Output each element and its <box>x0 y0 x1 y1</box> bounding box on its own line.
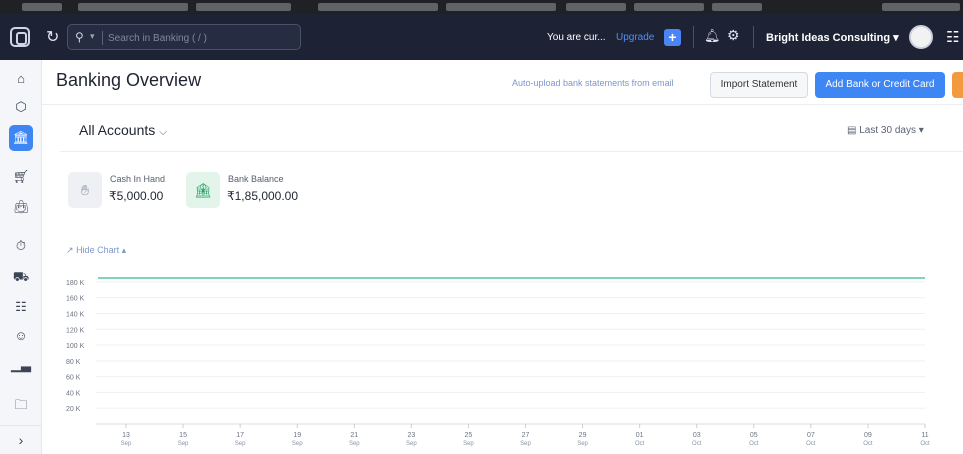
account-selector-label: All Accounts <box>79 122 156 138</box>
y-tick-label: 40 K <box>66 390 81 397</box>
add-bank-button[interactable]: Add Bank or Credit Card <box>815 72 945 98</box>
box-icon[interactable]: ⬡ <box>10 96 32 118</box>
x-tick-label: 09 <box>864 432 872 439</box>
account-selector[interactable]: All Accounts ⌵ <box>79 122 167 138</box>
x-tick-month-label: Sep <box>235 441 246 447</box>
x-tick-month-label: Oct <box>749 441 759 447</box>
document-icon[interactable]: ☷ <box>10 296 32 318</box>
y-tick-label: 160 K <box>66 296 85 303</box>
x-tick-label: 19 <box>293 432 301 439</box>
x-tick-month-label: Sep <box>178 441 189 447</box>
more-actions-button[interactable] <box>952 72 963 98</box>
stat-label: Bank Balance <box>228 174 284 184</box>
import-statement-button[interactable]: Import Statement <box>710 72 808 98</box>
x-tick-month-label: Oct <box>635 441 645 447</box>
hide-chart-label: Hide Chart ▴ <box>76 245 127 255</box>
header-divider <box>42 104 963 105</box>
x-tick-label: 23 <box>407 432 415 439</box>
x-tick-label: 29 <box>579 432 587 439</box>
upgrade-link[interactable]: Upgrade <box>616 32 654 43</box>
y-tick-label: 180 K <box>66 280 85 287</box>
x-tick-label: 25 <box>465 432 473 439</box>
app-grid-icon[interactable]: ☷ <box>946 28 959 46</box>
search-divider <box>102 31 103 45</box>
x-tick-label: 27 <box>522 432 530 439</box>
trend-line-icon: ↗ <box>66 245 74 255</box>
x-tick-label: 11 <box>921 432 928 439</box>
x-tick-month-label: Oct <box>692 441 702 447</box>
stat-label: Cash In Hand <box>110 174 166 184</box>
date-range-picker[interactable]: ▤ Last 30 days ▾ <box>847 125 924 136</box>
x-tick-month-label: Oct <box>920 441 930 447</box>
left-sidebar: ⌂ ⬡ 🏛︎ 🛒︎ 👜︎ ⏱ ⛟ ☷ ☺ ▁▃ 🗀 › <box>0 60 42 454</box>
date-range-label: Last 30 days ▾ <box>859 125 924 136</box>
cash-hand-icon: ✋︎ <box>68 172 102 208</box>
clock-icon[interactable]: ⏱ <box>10 235 32 257</box>
cart-icon[interactable]: 🛒︎ <box>10 166 32 188</box>
organization-switcher[interactable]: Bright Ideas Consulting ▾ <box>766 31 899 44</box>
settings-gear-icon[interactable]: ⚙ <box>727 27 740 44</box>
x-tick-month-label: Sep <box>292 441 303 447</box>
x-tick-label: 03 <box>693 432 701 439</box>
search-icon[interactable]: ⚲ <box>75 30 84 44</box>
reports-icon[interactable]: ▁▃ <box>10 354 32 376</box>
x-tick-month-label: Sep <box>463 441 474 447</box>
banking-overview-card: All Accounts ⌵ ▤ Last 30 days ▾ ✋︎ Cash I… <box>60 108 963 454</box>
calendar-icon: ▤ <box>847 125 857 136</box>
x-tick-month-label: Oct <box>863 441 873 447</box>
y-tick-label: 140 K <box>66 311 85 318</box>
search-input[interactable] <box>108 29 293 47</box>
stat-value: ₹5,000.00 <box>109 189 164 203</box>
y-tick-label: 60 K <box>66 375 81 382</box>
chevron-down-icon: ⌵ <box>159 127 167 138</box>
x-tick-label: 21 <box>350 432 358 439</box>
x-tick-month-label: Sep <box>406 441 417 447</box>
notification-bell-icon[interactable]: 🔔︎ <box>704 28 721 44</box>
folder-icon[interactable]: 🗀 <box>10 394 32 416</box>
topbar-divider <box>693 26 694 48</box>
stat-value: ₹1,85,000.00 <box>227 189 299 203</box>
auto-upload-link[interactable]: Auto-upload bank statements from email <box>512 78 674 88</box>
x-tick-label: 01 <box>636 432 644 439</box>
balance-chart: 180 K 160 K 140 K 120 K 100 K 80 K 60 K 40 K 20 … <box>60 274 963 454</box>
x-tick-label: 13 <box>122 432 130 439</box>
accounts-row: All Accounts ⌵ ▤ Last 30 days ▾ <box>60 108 963 152</box>
x-tick-label: 05 <box>750 432 758 439</box>
balance-line-chart: 180 K 160 K 140 K 120 K 100 K 80 K 60 K 40 K 20 … <box>66 277 930 447</box>
x-tick-month-label: Sep <box>577 441 588 447</box>
search-filter-caret-icon[interactable]: ▾ <box>90 31 95 42</box>
search-box[interactable]: ⚲ ▾ <box>67 24 301 50</box>
browser-bookmarks-bar <box>0 0 963 14</box>
y-tick-label: 20 K <box>66 406 81 413</box>
y-tick-label: 100 K <box>66 343 85 350</box>
topbar-divider <box>753 26 754 48</box>
x-tick-month-label: Sep <box>520 441 531 447</box>
x-tick-month-label: Sep <box>121 441 132 447</box>
refresh-icon[interactable]: ↻ <box>46 27 59 47</box>
expand-sidebar-chevron-icon[interactable]: › <box>0 425 42 454</box>
users-icon[interactable]: ☺ <box>10 325 32 347</box>
x-tick-month-label: Sep <box>349 441 360 447</box>
x-tick-month-label: Oct <box>806 441 816 447</box>
currency-notice[interactable]: You are cur... <box>547 32 606 43</box>
user-avatar[interactable] <box>909 25 933 49</box>
quick-create-button[interactable]: + <box>664 29 681 46</box>
app-logo-icon[interactable] <box>10 27 30 47</box>
x-tick-label: 17 <box>236 432 244 439</box>
page-title: Banking Overview <box>56 70 202 90</box>
home-icon[interactable]: ⌂ <box>10 68 32 90</box>
truck-icon[interactable]: ⛟ <box>10 266 32 288</box>
x-tick-label: 07 <box>807 432 815 439</box>
bank-building-icon: 🏦︎ <box>186 172 220 208</box>
top-app-bar: ↻ ⚲ ▾ You are cur... Upgrade + 🔔︎ ⚙ Brig… <box>0 14 963 60</box>
bag-icon[interactable]: 👜︎ <box>10 196 32 218</box>
y-tick-label: 120 K <box>66 327 85 334</box>
x-tick-label: 15 <box>179 432 187 439</box>
y-tick-label: 80 K <box>66 359 81 366</box>
bank-icon[interactable]: 🏛︎ <box>9 125 33 151</box>
hide-chart-toggle[interactable]: ↗ Hide Chart ▴ <box>66 245 126 256</box>
